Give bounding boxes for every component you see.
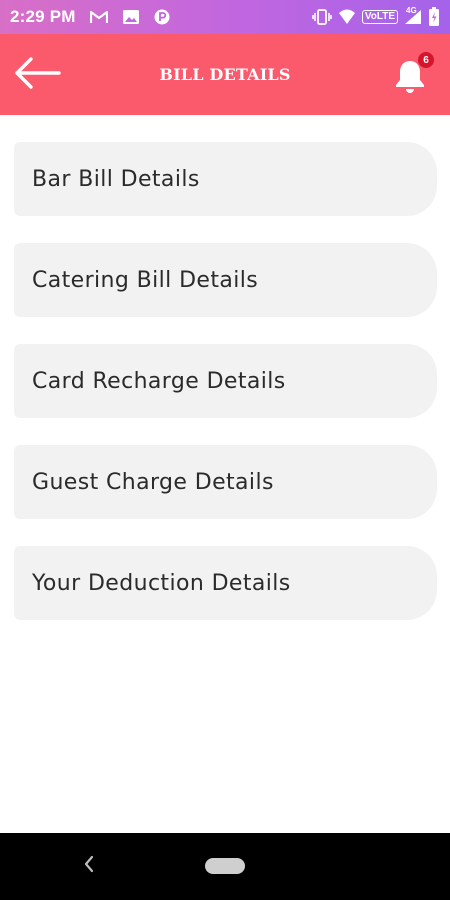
list-item-label: Bar Bill Details [32,166,200,192]
p-app-icon [154,9,170,25]
back-button[interactable] [12,56,62,94]
list-item-label: Card Recharge Details [32,368,286,394]
notification-badge: 6 [418,52,434,68]
nav-back-button[interactable] [78,853,100,879]
card-recharge-details-item[interactable]: Card Recharge Details [14,344,437,418]
bill-details-list: Bar Bill Details Catering Bill Details C… [14,142,437,647]
your-deduction-details-item[interactable]: Your Deduction Details [14,546,437,620]
status-bar: 2:29 PM VoLTE 4G [0,0,450,34]
volte-icon: VoLTE [361,10,398,24]
nav-home-pill[interactable] [205,858,245,874]
app-bar: BILL DETAILS 6 [0,34,450,115]
network-type-label: 4G [406,6,417,15]
system-nav-bar [0,833,450,900]
list-item-label: Guest Charge Details [32,469,274,495]
vibrate-icon [312,9,332,25]
status-left: 2:29 PM [10,7,170,27]
status-time: 2:29 PM [10,7,76,26]
guest-charge-details-item[interactable]: Guest Charge Details [14,445,437,519]
bar-bill-details-item[interactable]: Bar Bill Details [14,142,437,216]
wifi-icon [338,9,356,25]
signal-icon: 4G [404,6,422,25]
chevron-left-icon [83,854,95,878]
page-title: BILL DETAILS [159,65,291,84]
list-item-label: Your Deduction Details [32,570,291,596]
status-right: VoLTE 4G [312,6,440,27]
volte-label: VoLTE [364,11,395,22]
list-item-label: Catering Bill Details [32,267,259,293]
back-arrow-icon [13,56,61,94]
notifications-button[interactable]: 6 [392,52,434,96]
gmail-icon [89,10,108,24]
battery-icon [428,7,440,27]
photos-icon [122,9,140,25]
catering-bill-details-item[interactable]: Catering Bill Details [14,243,437,317]
